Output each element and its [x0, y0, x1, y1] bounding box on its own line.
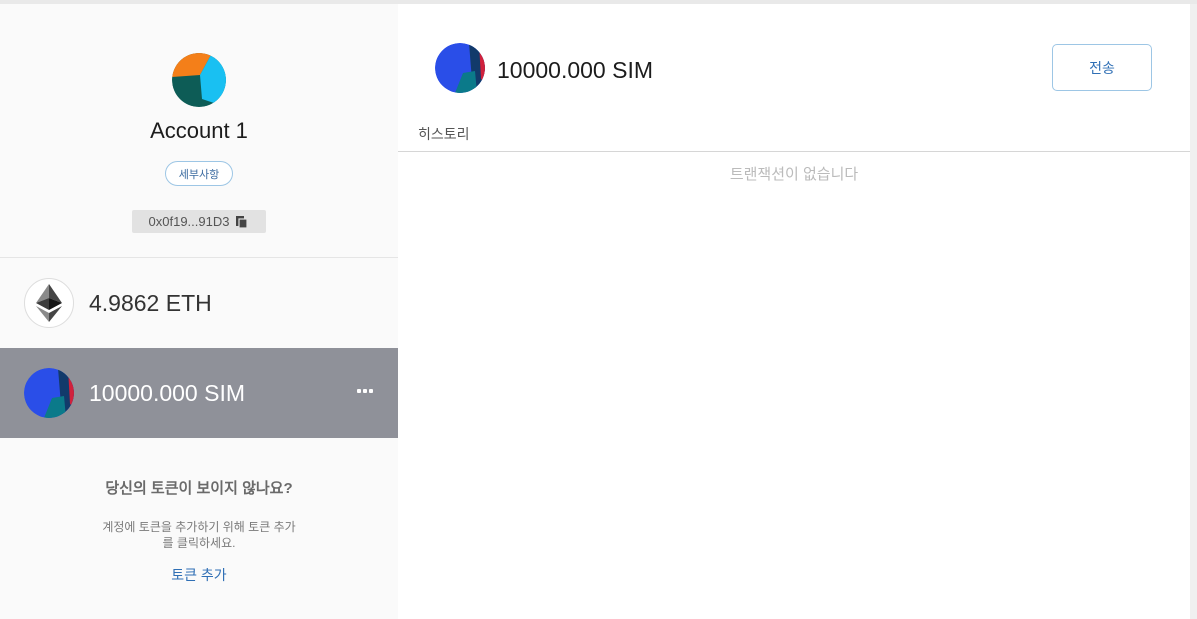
address-copy-button[interactable]: 0x0f19...91D3: [132, 210, 266, 233]
wallet-app: Account 1 세부사항 0x0f19...91D3 4.9862 ETH …: [0, 4, 1190, 619]
divider: [398, 151, 1190, 152]
send-button[interactable]: 전송: [1052, 44, 1152, 91]
ethereum-icon: [24, 278, 74, 328]
account-header: Account 1 세부사항 0x0f19...91D3: [0, 4, 398, 258]
sim-token-avatar: [24, 368, 74, 418]
token-row-eth[interactable]: 4.9862 ETH: [0, 258, 398, 348]
add-token-title: 당신의 토큰이 보이지 않나요?: [105, 480, 293, 497]
sim-token-avatar: [435, 43, 485, 93]
account-name: Account 1: [150, 118, 248, 143]
token-amount: 4.9862 ETH: [89, 289, 212, 316]
scrollbar[interactable]: [1190, 4, 1197, 619]
history-label: 히스토리: [418, 126, 470, 142]
token-row-sim[interactable]: 10000.000 SIM: [0, 348, 398, 438]
more-options-icon[interactable]: [355, 384, 375, 398]
sidebar: Account 1 세부사항 0x0f19...91D3 4.9862 ETH …: [0, 4, 398, 619]
token-amount: 10000.000 SIM: [89, 379, 246, 406]
add-token-description: 계정에 토큰을 추가하기 위해 토큰 추가를 클릭하세요.: [102, 520, 296, 550]
copy-icon: [236, 215, 249, 229]
account-avatar[interactable]: [172, 53, 226, 107]
add-token-link[interactable]: 토큰 추가: [171, 565, 226, 585]
account-address: 0x0f19...91D3: [148, 214, 230, 229]
main-panel: 10000.000 SIM 전송 히스토리 트랜잭션이 없습니다: [398, 4, 1190, 619]
add-token-section: 당신의 토큰이 보이지 않나요? 계정에 토큰을 추가하기 위해 토큰 추가를 …: [0, 478, 398, 585]
empty-transactions-message: 트랜잭션이 없습니다: [729, 166, 859, 183]
main-balance: 10000.000 SIM: [497, 57, 654, 83]
details-button[interactable]: 세부사항: [165, 161, 233, 186]
